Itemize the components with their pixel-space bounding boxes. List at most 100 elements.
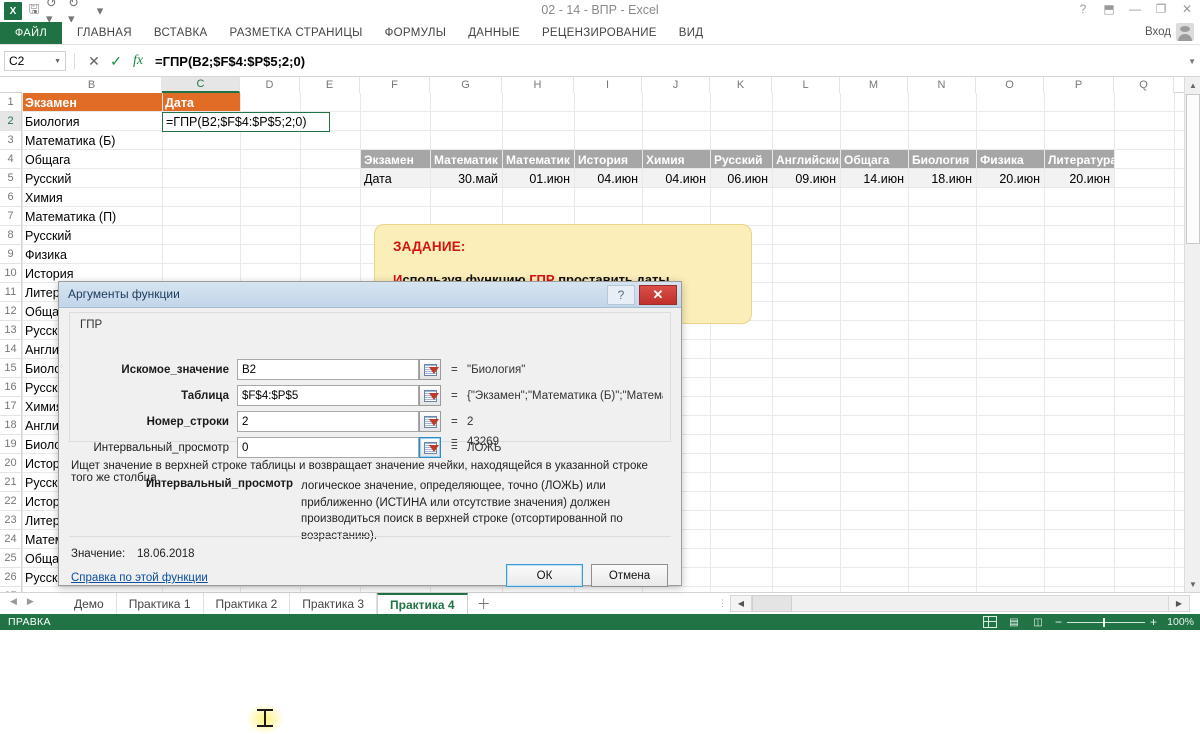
row-header-16[interactable]: 16 <box>0 378 22 397</box>
row-header-13[interactable]: 13 <box>0 321 22 340</box>
lookup-date-5[interactable]: 06.июн <box>710 169 772 188</box>
argument-input-1[interactable]: B2 <box>237 359 419 380</box>
range-selector-icon-3[interactable] <box>419 411 441 432</box>
hscroll-left-icon[interactable]: ◀ <box>730 595 752 612</box>
cell-B1[interactable]: Экзамен <box>22 93 162 112</box>
lookup-date-7[interactable]: 14.июн <box>840 169 908 188</box>
tab-home[interactable]: ГЛАВНАЯ <box>66 22 143 44</box>
ribbon-display-icon[interactable]: ⬒ <box>1102 2 1116 16</box>
row-header-12[interactable]: 12 <box>0 302 22 321</box>
lookup-date-10[interactable]: 20.июн <box>1044 169 1114 188</box>
cell-B7[interactable]: Математика (П) <box>22 207 161 226</box>
vertical-scroll-thumb[interactable] <box>1186 94 1200 244</box>
sheet-next-icon[interactable]: ▶ <box>27 596 34 607</box>
lookup-header-label[interactable]: Экзамен <box>360 150 430 169</box>
dialog-close-button[interactable]: ✕ <box>639 285 677 305</box>
row-header-25[interactable]: 25 <box>0 549 22 568</box>
row-header-11[interactable]: 11 <box>0 283 22 302</box>
lookup-header-8[interactable]: Биология <box>908 150 976 169</box>
column-header-C[interactable]: C <box>162 77 240 93</box>
scroll-up-icon[interactable]: ▲ <box>1185 77 1200 93</box>
close-icon[interactable]: ✕ <box>1180 2 1194 16</box>
cancel-formula-icon[interactable]: ✕ <box>83 53 105 70</box>
row-header-22[interactable]: 22 <box>0 492 22 511</box>
chevron-down-icon[interactable]: ▼ <box>54 58 61 65</box>
help-link[interactable]: Справка по этой функции <box>71 572 208 584</box>
hscroll-thumb[interactable] <box>752 595 792 612</box>
row-header-10[interactable]: 10 <box>0 264 22 283</box>
argument-input-2[interactable]: $F$4:$P$5 <box>237 385 419 406</box>
range-selector-icon-4[interactable] <box>419 437 441 458</box>
normal-view-icon[interactable] <box>982 616 997 628</box>
column-header-N[interactable]: N <box>908 77 976 93</box>
lookup-header-9[interactable]: Физика <box>976 150 1044 169</box>
lookup-header-3[interactable]: История <box>574 150 642 169</box>
zoom-slider-thumb[interactable] <box>1102 617 1105 627</box>
sheet-tab-praktika-4[interactable]: Практика 4 <box>377 593 468 615</box>
formula-input[interactable]: =ГПР(B2;$F$4:$P$5;2;0) <box>155 51 1184 71</box>
cell-B3[interactable]: Математика (Б) <box>22 131 161 150</box>
minimize-icon[interactable]: — <box>1128 2 1142 16</box>
cancel-button[interactable]: Отмена <box>591 564 668 587</box>
range-selector-icon-2[interactable] <box>419 385 441 406</box>
vertical-scrollbar[interactable]: ▲ ▼ <box>1184 77 1200 592</box>
lookup-header-10[interactable]: Литература <box>1044 150 1114 169</box>
lookup-date-2[interactable]: 01.июн <box>502 169 574 188</box>
tab-data[interactable]: ДАННЫЕ <box>457 22 531 44</box>
tab-view[interactable]: ВИД <box>668 22 715 44</box>
help-icon[interactable]: ? <box>1076 2 1090 16</box>
sheet-tab-demo[interactable]: Демо <box>62 593 117 615</box>
column-header-G[interactable]: G <box>430 77 502 93</box>
ok-button[interactable]: ОК <box>506 564 583 587</box>
cell-C2-editing[interactable]: =ГПР(B2;$F$4:$P$5;2;0) <box>162 112 330 132</box>
row-header-6[interactable]: 6 <box>0 188 22 207</box>
lookup-value-label[interactable]: Дата <box>360 169 430 188</box>
cell-B8[interactable]: Русский <box>22 226 161 245</box>
column-header-F[interactable]: F <box>360 77 430 93</box>
column-header-I[interactable]: I <box>574 77 642 93</box>
column-header-L[interactable]: L <box>772 77 840 93</box>
row-header-4[interactable]: 4 <box>0 150 22 169</box>
cell-B4[interactable]: Общага <box>22 150 161 169</box>
range-selector-icon-1[interactable] <box>419 359 441 380</box>
restore-icon[interactable]: ❐ <box>1154 2 1168 16</box>
column-header-J[interactable]: J <box>642 77 710 93</box>
column-header-M[interactable]: M <box>840 77 908 93</box>
row-header-17[interactable]: 17 <box>0 397 22 416</box>
tab-formulas[interactable]: ФОРМУЛЫ <box>374 22 458 44</box>
row-header-7[interactable]: 7 <box>0 207 22 226</box>
sheet-tab-praktika-1[interactable]: Практика 1 <box>116 593 204 615</box>
row-header-26[interactable]: 26 <box>0 568 22 587</box>
tab-file[interactable]: ФАЙЛ <box>0 22 62 44</box>
lookup-header-5[interactable]: Русский <box>710 150 772 169</box>
lookup-header-6[interactable]: Английский <box>772 150 840 169</box>
column-header-H[interactable]: H <box>502 77 574 93</box>
lookup-header-7[interactable]: Общага <box>840 150 908 169</box>
sheet-tab-praktika-3[interactable]: Практика 3 <box>290 593 378 615</box>
column-header-B[interactable]: B <box>22 77 162 93</box>
cell-C1[interactable]: Дата <box>162 93 240 112</box>
column-header-O[interactable]: O <box>976 77 1044 93</box>
column-header-K[interactable]: K <box>710 77 772 93</box>
column-header-Q[interactable]: Q <box>1114 77 1174 93</box>
insert-function-icon[interactable]: fx <box>127 53 149 69</box>
tab-insert[interactable]: ВСТАВКА <box>143 22 219 44</box>
lookup-date-3[interactable]: 04.июн <box>574 169 642 188</box>
argument-input-3[interactable]: 2 <box>237 411 419 432</box>
column-header-E[interactable]: E <box>300 77 360 93</box>
dialog-title-bar[interactable]: Аргументы функции ? ✕ <box>59 282 681 308</box>
cell-B6[interactable]: Химия <box>22 188 161 207</box>
expand-formula-bar-icon[interactable]: ▼ <box>1188 57 1196 66</box>
sheet-prev-icon[interactable]: ◀ <box>10 596 17 607</box>
row-header-9[interactable]: 9 <box>0 245 22 264</box>
row-header-18[interactable]: 18 <box>0 416 22 435</box>
name-box[interactable]: C2 ▼ <box>4 51 66 71</box>
scroll-down-icon[interactable]: ▼ <box>1185 576 1200 592</box>
lookup-header-2[interactable]: Математик <box>502 150 574 169</box>
hscroll-track[interactable] <box>752 595 1168 612</box>
avatar[interactable] <box>1176 23 1194 41</box>
row-header-8[interactable]: 8 <box>0 226 22 245</box>
column-header-D[interactable]: D <box>240 77 300 93</box>
cell-B2[interactable]: Биология <box>22 112 161 131</box>
row-header-23[interactable]: 23 <box>0 511 22 530</box>
